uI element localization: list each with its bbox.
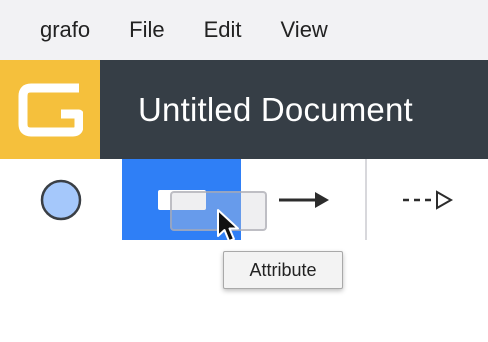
- circle-tool[interactable]: [0, 159, 122, 240]
- app-header: Untitled Document: [0, 60, 488, 159]
- grafo-logo-icon[interactable]: [0, 60, 100, 159]
- menu-app-name[interactable]: grafo: [40, 0, 90, 60]
- tooltip: Attribute: [223, 251, 343, 289]
- document-title[interactable]: Untitled Document: [138, 91, 413, 129]
- solid-arrow-icon: [279, 191, 329, 208]
- menu-bar: grafo File Edit View: [0, 0, 488, 60]
- menu-file[interactable]: File: [129, 0, 164, 60]
- dashed-arrow-icon: [403, 189, 454, 210]
- tooltip-text: Attribute: [249, 259, 317, 280]
- dashed-arrow-tool[interactable]: [366, 159, 488, 240]
- menu-view[interactable]: View: [281, 0, 328, 60]
- toolbar-divider: [366, 159, 367, 240]
- circle-icon: [40, 179, 82, 220]
- mouse-pointer-icon: [215, 208, 245, 251]
- menu-edit[interactable]: Edit: [204, 0, 242, 60]
